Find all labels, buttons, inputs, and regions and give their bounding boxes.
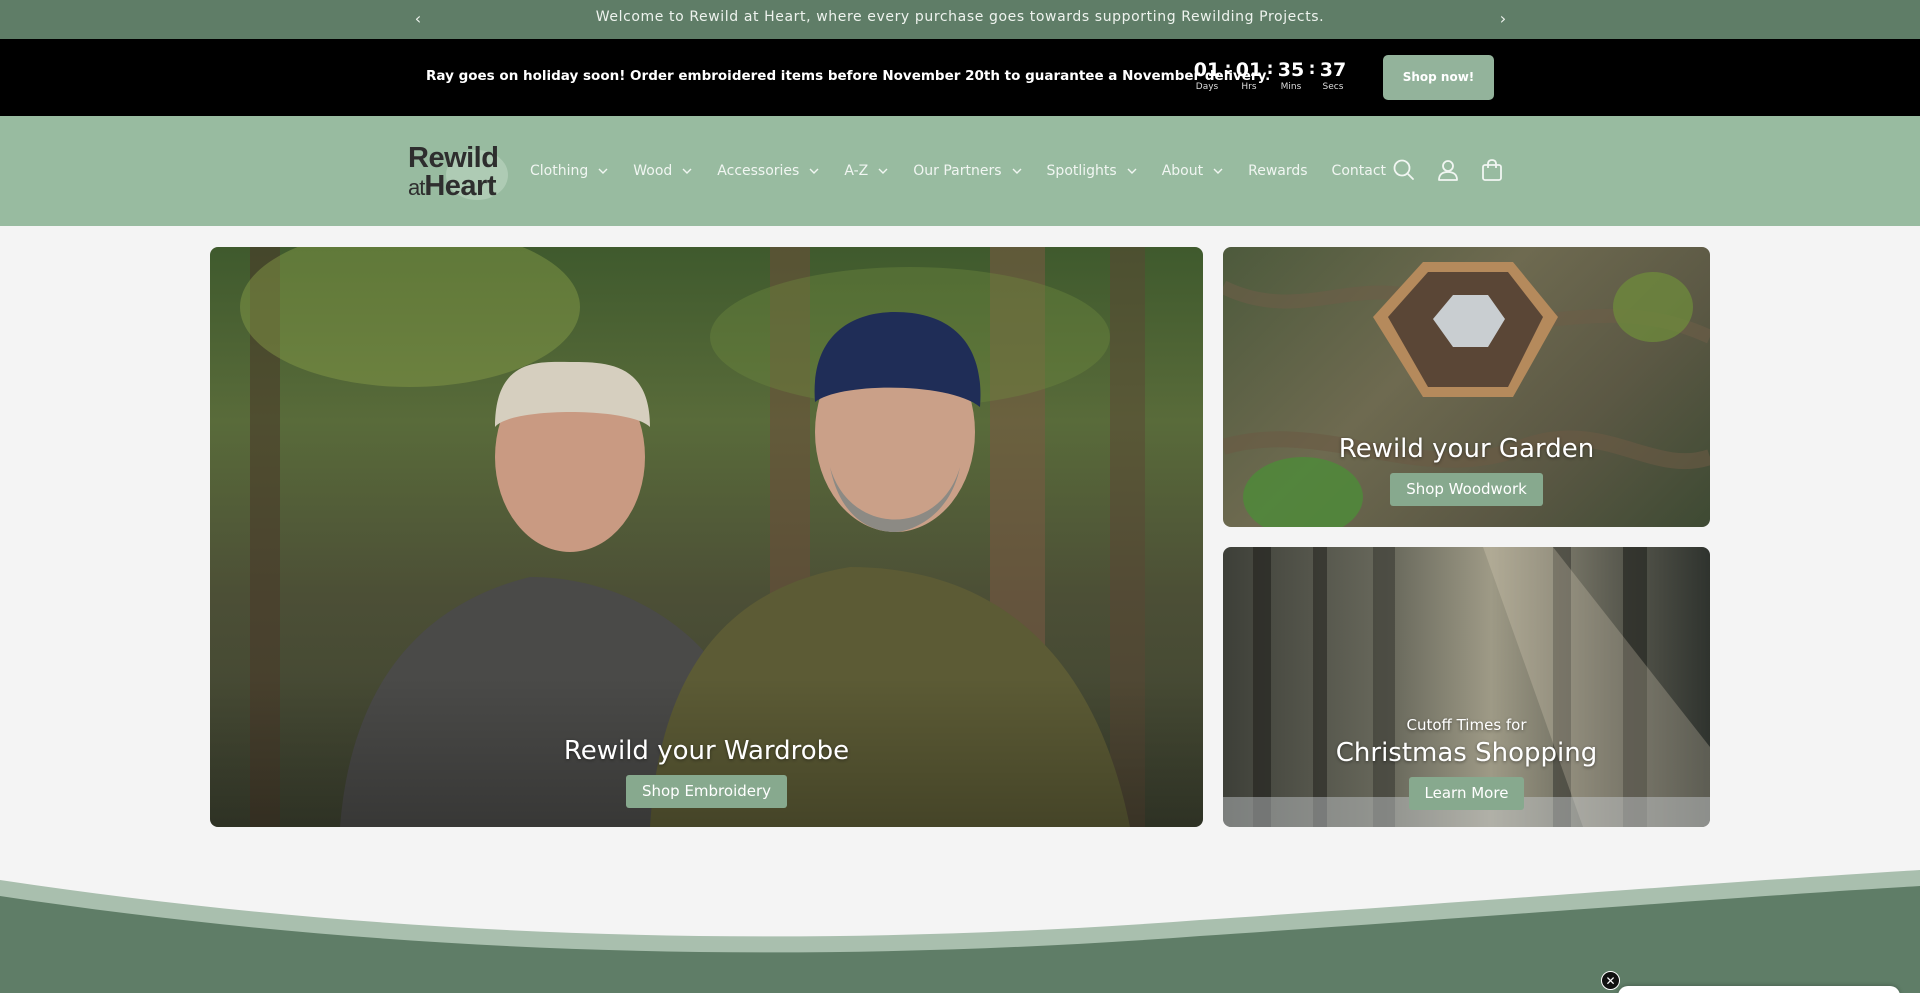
hero-garden-caption: Rewild your Garden Shop Woodwork — [1223, 433, 1710, 506]
chevron-down-icon — [1127, 168, 1137, 174]
hero-christmas-subheading: Cutoff Times for — [1406, 716, 1527, 734]
countdown-separator: : — [1224, 59, 1232, 79]
search-icon[interactable] — [1390, 156, 1418, 184]
countdown-hours-value: 01 — [1235, 59, 1263, 81]
nav-item-label: Clothing — [530, 163, 589, 179]
footer-wave — [0, 870, 1920, 993]
chevron-down-icon — [878, 168, 888, 174]
hero-christmas-tile[interactable]: Cutoff Times for Christmas Shopping Lear… — [1223, 547, 1710, 827]
nav-item-clothing[interactable]: Clothing — [530, 163, 609, 179]
chevron-down-icon — [809, 168, 819, 174]
countdown-minutes-label: Mins — [1280, 82, 1302, 92]
cart-icon[interactable] — [1478, 156, 1506, 184]
countdown-days: 01 Days — [1190, 59, 1224, 94]
nav-item-label: Accessories — [717, 163, 800, 179]
countdown-hours-label: Hrs — [1241, 82, 1257, 92]
hero-christmas-heading: Christmas Shopping — [1335, 738, 1598, 768]
shop-now-button[interactable]: Shop now! — [1383, 55, 1494, 100]
countdown-minutes-value: 35 — [1277, 59, 1305, 81]
logo[interactable]: Rewild atHeart — [408, 142, 508, 201]
chevron-down-icon — [1213, 168, 1223, 174]
shop-woodwork-button[interactable]: Shop Woodwork — [1390, 473, 1543, 506]
hero-wardrobe-heading: Rewild your Wardrobe — [563, 736, 850, 766]
logo-text-heart: Heart — [424, 170, 497, 202]
nav-item-our-partners[interactable]: Our Partners — [913, 163, 1022, 179]
promo-bar: Ray goes on holiday soon! Order embroide… — [0, 39, 1920, 116]
nav-item-label: Wood — [633, 163, 673, 179]
hero-garden-tile[interactable]: Rewild your Garden Shop Woodwork — [1223, 247, 1710, 527]
shop-embroidery-button[interactable]: Shop Embroidery — [625, 775, 788, 808]
chat-widget[interactable] — [1618, 986, 1900, 993]
nav-item-about[interactable]: About — [1162, 163, 1224, 179]
announcement-bar: ‹ Welcome to Rewild at Heart, where ever… — [0, 0, 1920, 39]
nav-item-contact[interactable]: Contact — [1332, 163, 1386, 179]
countdown-separator: : — [1266, 59, 1274, 79]
countdown-seconds-label: Secs — [1322, 82, 1344, 92]
hero-christmas-caption: Cutoff Times for Christmas Shopping Lear… — [1223, 715, 1710, 810]
header-icons — [1390, 156, 1522, 184]
nav-item-label: Spotlights — [1046, 163, 1117, 179]
nav-item-spotlights[interactable]: Spotlights — [1047, 163, 1138, 179]
nav-item-label: Our Partners — [913, 163, 1002, 179]
logo-text-at: at — [408, 175, 425, 200]
chevron-down-icon — [1012, 168, 1022, 174]
countdown-days-value: 01 — [1193, 59, 1221, 81]
countdown-timer: 01 Days : 01 Hrs : 35 Mins : 37 Secs — [1190, 59, 1350, 94]
countdown-seconds: 37 Secs — [1316, 59, 1350, 94]
chevron-right-icon[interactable]: › — [1493, 9, 1513, 29]
main-nav: Clothing Wood Accessories A-Z Our Partne… — [530, 116, 1410, 226]
hero-garden-heading: Rewild your Garden — [1338, 434, 1595, 464]
site-header: Rewild atHeart Clothing Wood Accessories… — [0, 116, 1920, 226]
nav-item-label: About — [1161, 163, 1204, 179]
nav-item-rewards[interactable]: Rewards — [1248, 163, 1307, 179]
nav-item-accessories[interactable]: Accessories — [717, 163, 820, 179]
logo-text-rewild: Rewild — [408, 142, 499, 174]
countdown-separator: : — [1308, 59, 1316, 79]
promo-text: Ray goes on holiday soon! Order embroide… — [426, 68, 1271, 84]
nav-item-wood[interactable]: Wood — [633, 163, 693, 179]
chevron-down-icon — [682, 168, 692, 174]
hero-wardrobe-tile[interactable]: Rewild your Wardrobe Shop Embroidery — [210, 247, 1203, 827]
nav-item-a-z[interactable]: A-Z — [844, 163, 889, 179]
hero-wardrobe-caption: Rewild your Wardrobe Shop Embroidery — [210, 735, 1203, 808]
nav-item-label: A-Z — [844, 163, 869, 179]
nav-item-label: Rewards — [1248, 163, 1308, 179]
countdown-days-label: Days — [1195, 82, 1219, 92]
nav-item-label: Contact — [1331, 163, 1387, 179]
countdown-hours: 01 Hrs — [1232, 59, 1266, 94]
close-icon[interactable]: ✕ — [1601, 971, 1620, 990]
chevron-down-icon — [598, 168, 608, 174]
countdown-seconds-value: 37 — [1319, 59, 1347, 81]
account-icon[interactable] — [1434, 156, 1462, 184]
learn-more-button[interactable]: Learn More — [1408, 777, 1525, 810]
countdown-minutes: 35 Mins — [1274, 59, 1308, 94]
announcement-message: Welcome to Rewild at Heart, where every … — [595, 9, 1325, 25]
